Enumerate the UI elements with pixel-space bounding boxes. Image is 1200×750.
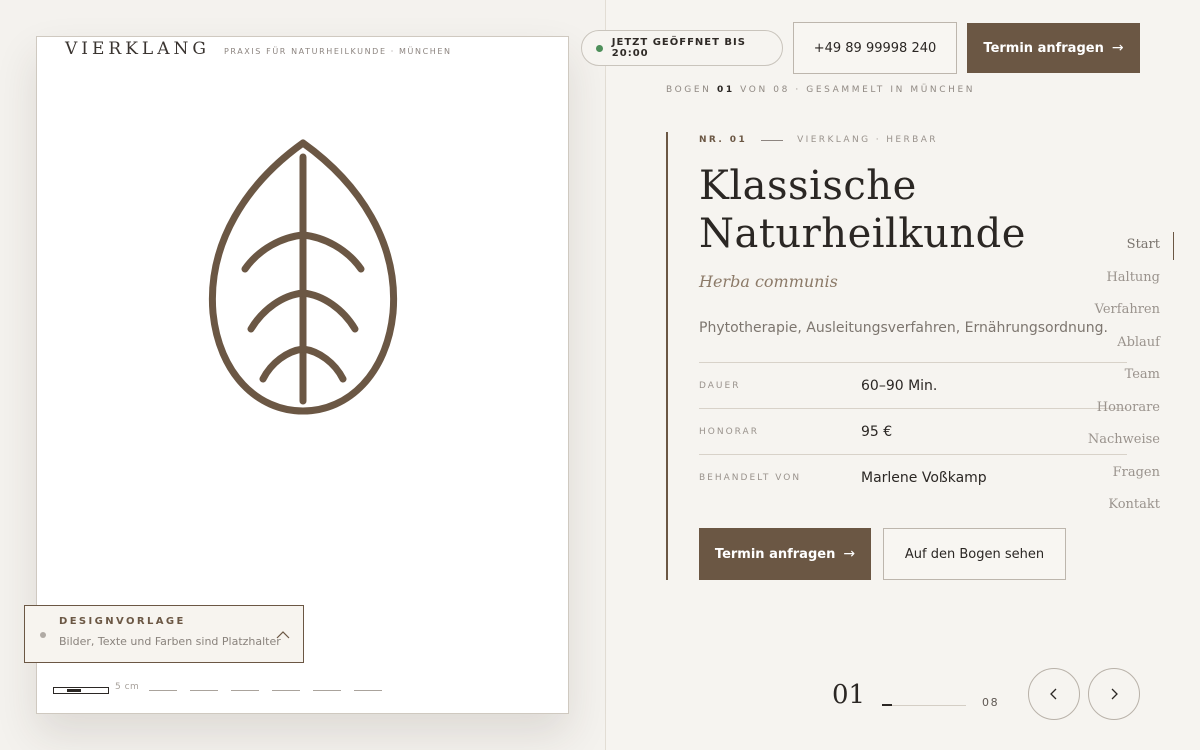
card-meta: NR. 01 VIERKLANG · HERBAR: [699, 135, 938, 145]
next-sheet-button[interactable]: [1088, 668, 1140, 720]
card-source: VIERKLANG · HERBAR: [797, 135, 938, 145]
facts-table: DAUER 60–90 Min. HONORAR 95 € BEHANDELT …: [699, 362, 1127, 500]
fact-value: 60–90 Min.: [861, 377, 938, 394]
scale-bar: 5 cm: [53, 682, 389, 695]
view-sheet-button[interactable]: Auf den Bogen sehen: [883, 528, 1066, 580]
nav-item-team[interactable]: Team: [1088, 362, 1174, 395]
title-line-2: Naturheilkunde: [699, 211, 1026, 257]
card-number: NR. 01: [699, 135, 748, 145]
specimen-panel: VIERKLANG PRAXIS FÜR NATURHEILKUNDE · MÜ…: [0, 0, 606, 750]
latin-name: Herba communis: [699, 272, 838, 291]
previous-sheet-button[interactable]: [1028, 668, 1080, 720]
meta-divider: [761, 139, 784, 141]
counter-current: 01: [716, 85, 735, 95]
nav-item-kontakt[interactable]: Kontakt: [1088, 492, 1174, 525]
fact-value: Marlene Voßkamp: [861, 469, 987, 486]
status-text: JETZT GEÖFFNET BIS 20:00: [611, 37, 746, 59]
chevron-up-icon[interactable]: [275, 627, 291, 643]
appointment-button-header[interactable]: Termin anfragen →: [967, 23, 1140, 73]
title-line-1: Klassische: [699, 163, 917, 209]
scale-dash: [149, 689, 178, 691]
fact-row-practitioner: BEHANDELT VON Marlene Voßkamp: [699, 454, 1127, 500]
scale-dash: [354, 689, 383, 691]
chevron-left-icon: [1050, 688, 1057, 700]
section-nav: Start Haltung Verfahren Ablauf Team Hono…: [1088, 232, 1175, 525]
status-dot-icon: [596, 44, 603, 52]
brand[interactable]: VIERKLANG PRAXIS FÜR NATURHEILKUNDE · MÜ…: [65, 39, 452, 59]
fact-label: HONORAR: [699, 426, 759, 437]
nav-item-start[interactable]: Start: [1088, 232, 1175, 265]
fact-value: 95 €: [861, 423, 893, 440]
appointment-button-label: Termin anfragen: [983, 40, 1104, 56]
notice-subtitle: Bilder, Texte und Farben sind Platzhalte…: [59, 635, 281, 648]
sheet-counter: BOGEN 01 VON 08 · GESAMMELT IN MÜNCHEN: [666, 85, 975, 95]
nav-item-fragen[interactable]: Fragen: [1088, 460, 1174, 493]
page-title: Klassische Naturheilkunde: [699, 162, 1026, 258]
notice-title: DESIGNVORLAGE: [59, 616, 186, 627]
fact-label: DAUER: [699, 380, 741, 391]
appointment-button-label: Termin anfragen: [714, 546, 836, 562]
nav-item-honorare[interactable]: Honorare: [1088, 395, 1174, 428]
opening-status-badge: JETZT GEÖFFNET BIS 20:00: [581, 30, 783, 66]
brand-tagline: PRAXIS FÜR NATURHEILKUNDE · MÜNCHEN: [223, 47, 452, 56]
arrow-right-icon: →: [843, 546, 856, 562]
fact-label: BEHANDELT VON: [699, 472, 802, 483]
pager-current: 01: [832, 680, 866, 710]
counter-rest: VON 08 · GESAMMELT IN MÜNCHEN: [740, 85, 976, 95]
brand-logo[interactable]: VIERKLANG: [65, 39, 210, 59]
chevron-right-icon: [1111, 688, 1118, 700]
scale-label: 5 cm: [115, 682, 140, 692]
appointment-button[interactable]: Termin anfragen →: [699, 528, 871, 580]
scale-dash: [190, 689, 219, 691]
design-template-notice[interactable]: DESIGNVORLAGE Bilder, Texte und Farben s…: [24, 605, 304, 663]
nav-item-nachweise[interactable]: Nachweise: [1088, 427, 1174, 460]
scale-dash: [313, 689, 342, 691]
treatment-card: NR. 01 VIERKLANG · HERBAR Klassische Nat…: [666, 132, 1136, 580]
nav-item-verfahren[interactable]: Verfahren: [1088, 297, 1174, 330]
arrow-right-icon: →: [1111, 40, 1124, 56]
phone-button[interactable]: +49 89 99998 240: [793, 22, 957, 74]
fact-row-fee: HONORAR 95 €: [699, 408, 1127, 454]
notice-dot-icon: [40, 632, 46, 638]
pager-progress: [882, 704, 966, 706]
treatment-description: Phytotherapie, Ausleitungsverfahren, Ern…: [699, 320, 1108, 336]
counter-prefix: BOGEN: [666, 85, 712, 95]
fact-row-duration: DAUER 60–90 Min.: [699, 362, 1127, 408]
nav-item-ablauf[interactable]: Ablauf: [1088, 330, 1174, 363]
nav-item-haltung[interactable]: Haltung: [1088, 265, 1174, 298]
pager-total: 08: [982, 696, 1000, 709]
scale-bar-graphic: [53, 686, 109, 694]
leaf-illustration-icon: [208, 139, 398, 415]
scale-dash: [231, 689, 260, 691]
scale-dash: [272, 689, 301, 691]
